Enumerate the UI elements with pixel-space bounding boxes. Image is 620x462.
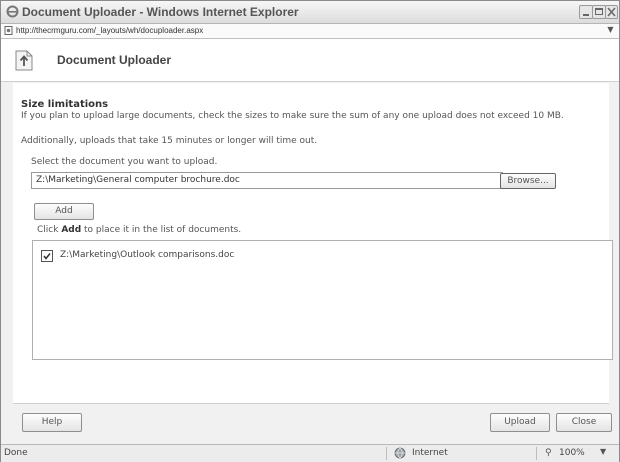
page-icon (4, 26, 13, 35)
maximize-button[interactable] (592, 5, 606, 19)
upload-button[interactable]: Upload (490, 413, 550, 432)
zoom-dropdown-chevron-down-icon[interactable]: ▼ (600, 447, 606, 456)
globe-icon (394, 447, 406, 459)
browser-window: Document Uploader - Windows Internet Exp… (0, 0, 620, 462)
add-hint: Click Add to place it in the list of doc… (37, 225, 241, 235)
window-title: Document Uploader - Windows Internet Exp… (22, 5, 299, 19)
page-title: Document Uploader (57, 53, 172, 67)
address-dropdown-chevron-down-icon[interactable]: ▼ (605, 25, 616, 36)
footer-divider (13, 403, 609, 404)
add-hint-bold: Add (61, 225, 82, 235)
size-limitations-text: If you plan to upload large documents, c… (21, 111, 564, 121)
close-button[interactable]: Close (556, 413, 612, 432)
address-text[interactable]: http://thecrmguru.com/_layouts/wh/docupl… (16, 26, 203, 35)
document-label: Z:\Marketing\Outlook comparisons.doc (60, 250, 235, 260)
title-bar: Document Uploader - Windows Internet Exp… (1, 1, 619, 24)
file-path-input[interactable]: Z:\Marketing\General computer brochure.d… (31, 172, 503, 189)
address-bar[interactable]: http://thecrmguru.com/_layouts/wh/docupl… (1, 24, 619, 39)
document-checkbox[interactable] (41, 250, 53, 262)
add-button[interactable]: Add (34, 203, 94, 220)
close-icon (607, 7, 616, 17)
add-hint-prefix: Click (37, 225, 62, 235)
ie-logo-icon (6, 5, 19, 18)
browse-button[interactable]: Browse... (500, 173, 556, 189)
add-hint-suffix: to place it in the list of documents. (81, 225, 242, 235)
status-text: Done (4, 448, 28, 458)
status-separator (536, 447, 537, 460)
status-bar: Done Internet ⚲ 100% ▼ (1, 444, 619, 462)
zone-text: Internet (412, 448, 448, 458)
window-close-button[interactable] (605, 5, 618, 19)
size-limitations-heading: Size limitations (21, 99, 109, 110)
minimize-button[interactable] (579, 5, 593, 19)
select-document-label: Select the document you want to upload. (31, 157, 218, 167)
page-header: Document Uploader (1, 39, 619, 82)
timeout-text: Additionally, uploads that take 15 minut… (21, 136, 318, 146)
checkmark-icon (43, 253, 51, 260)
help-button[interactable]: Help (22, 413, 82, 432)
document-upload-icon (15, 50, 33, 71)
zoom-level[interactable]: 100% (559, 448, 585, 458)
magnifier-icon[interactable]: ⚲ (545, 448, 552, 458)
status-separator (386, 447, 387, 460)
document-list[interactable]: Z:\Marketing\Outlook comparisons.doc (32, 240, 613, 360)
